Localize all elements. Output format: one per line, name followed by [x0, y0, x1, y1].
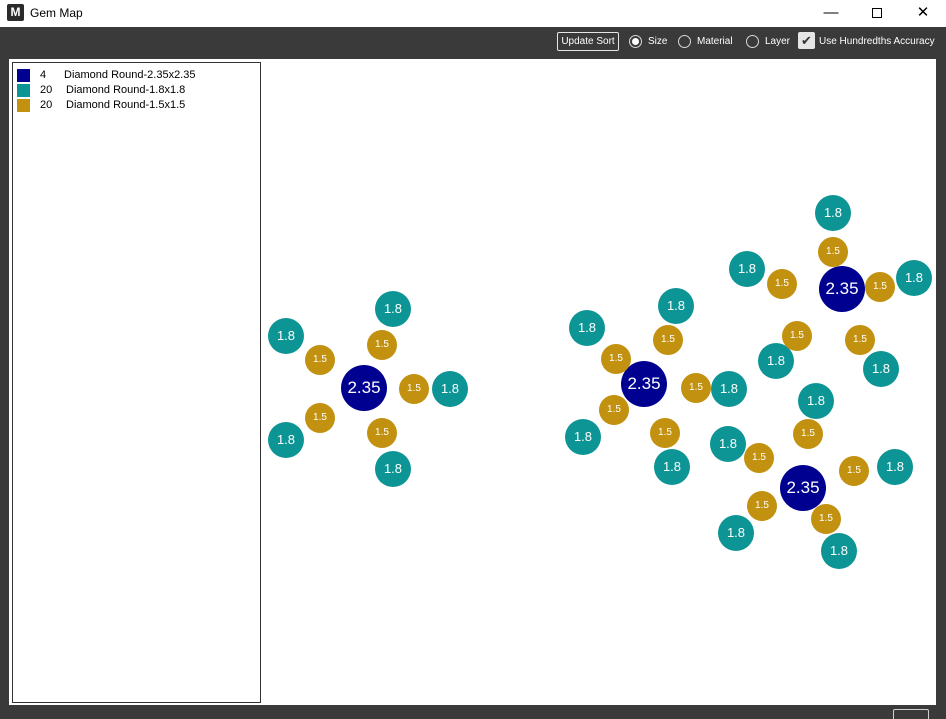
layer-radio[interactable] [746, 35, 759, 48]
maximize-button[interactable] [854, 0, 900, 27]
legend-count: 20 [40, 84, 53, 96]
gem-1.8[interactable]: 1.8 [863, 351, 899, 387]
legend-count: 4 [40, 69, 47, 81]
gem-1.5[interactable]: 1.5 [305, 345, 335, 375]
legend-count: 20 [40, 99, 53, 111]
layer-radio-label[interactable]: Layer [765, 36, 790, 47]
gem-1.5[interactable]: 1.5 [681, 373, 711, 403]
gem-1.5[interactable]: 1.5 [601, 344, 631, 374]
legend-swatch [17, 84, 30, 97]
gem-1.8[interactable]: 1.8 [896, 260, 932, 296]
gem-1.5[interactable]: 1.5 [367, 330, 397, 360]
gem-1.8[interactable]: 1.8 [375, 451, 411, 487]
gem-1.8[interactable]: 1.8 [268, 318, 304, 354]
close-button[interactable]: ✕ [900, 0, 946, 27]
gem-1.5[interactable]: 1.5 [399, 374, 429, 404]
gem-1.8[interactable]: 1.8 [654, 449, 690, 485]
gem-1.5[interactable]: 1.5 [744, 443, 774, 473]
gem-map-canvas[interactable]: 2.35 1.8 1.8 1.8 1.8 1.8 1.5 1.5 1.5 1.5 1.5 2.35 1.… [262, 59, 936, 705]
legend-name: Diamond Round-1.5x1.5 [66, 99, 186, 111]
gem-1.5[interactable]: 1.5 [865, 272, 895, 302]
gem-1.8[interactable]: 1.8 [569, 310, 605, 346]
gem-1.8[interactable]: 1.8 [798, 383, 834, 419]
gem-1.5[interactable]: 1.5 [305, 403, 335, 433]
status-bar [0, 705, 946, 719]
title-bar: M Gem Map — ✕ [0, 0, 946, 27]
gem-1.5[interactable]: 1.5 [653, 325, 683, 355]
toolbar: Update Sort Size Material Layer ✔ Use Hu… [0, 27, 946, 56]
gem-1.8[interactable]: 1.8 [718, 515, 754, 551]
gem-1.5[interactable]: 1.5 [811, 504, 841, 534]
gem-1.8[interactable]: 1.8 [268, 422, 304, 458]
gem-1.8[interactable]: 1.8 [565, 419, 601, 455]
gem-1.5[interactable]: 1.5 [845, 325, 875, 355]
gem-1.8[interactable]: 1.8 [711, 371, 747, 407]
update-sort-button[interactable]: Update Sort [557, 32, 619, 51]
minimize-button[interactable]: — [808, 0, 854, 27]
gem-1.5[interactable]: 1.5 [650, 418, 680, 448]
gem-1.5[interactable]: 1.5 [599, 395, 629, 425]
gem-2.35[interactable]: 2.35 [780, 465, 826, 511]
size-radio[interactable] [629, 35, 642, 48]
gem-1.5[interactable]: 1.5 [839, 456, 869, 486]
gem-legend: 4 Diamond Round-2.35x2.35 20 Diamond Rou… [12, 62, 261, 703]
window-title: Gem Map [30, 6, 83, 20]
gem-1.8[interactable]: 1.8 [821, 533, 857, 569]
gem-1.5[interactable]: 1.5 [747, 491, 777, 521]
gem-1.5[interactable]: 1.5 [782, 321, 812, 351]
legend-name: Diamond Round-2.35x2.35 [64, 69, 196, 81]
gem-1.8[interactable]: 1.8 [877, 449, 913, 485]
gem-1.8[interactable]: 1.8 [375, 291, 411, 327]
gem-1.5[interactable]: 1.5 [818, 237, 848, 267]
hundredths-accuracy-label[interactable]: Use Hundredths Accuracy [819, 36, 935, 47]
app-logo-icon: M [7, 4, 24, 21]
material-radio[interactable] [678, 35, 691, 48]
gem-1.5[interactable]: 1.5 [367, 418, 397, 448]
gem-1.8[interactable]: 1.8 [815, 195, 851, 231]
maximize-icon [872, 8, 882, 18]
resize-grip[interactable] [893, 709, 929, 719]
gem-2.35[interactable]: 2.35 [819, 266, 865, 312]
hundredths-accuracy-checkbox[interactable]: ✔ [798, 32, 815, 49]
gem-1.5[interactable]: 1.5 [767, 269, 797, 299]
gem-1.8[interactable]: 1.8 [658, 288, 694, 324]
legend-swatch [17, 99, 30, 112]
gem-1.5[interactable]: 1.5 [793, 419, 823, 449]
legend-swatch [17, 69, 30, 82]
legend-name: Diamond Round-1.8x1.8 [66, 84, 186, 96]
gem-1.8[interactable]: 1.8 [729, 251, 765, 287]
gem-1.8[interactable]: 1.8 [710, 426, 746, 462]
gem-map-panel: 4 Diamond Round-2.35x2.35 20 Diamond Rou… [9, 59, 936, 705]
gem-1.8[interactable]: 1.8 [432, 371, 468, 407]
size-radio-label[interactable]: Size [648, 36, 667, 47]
material-radio-label[interactable]: Material [697, 36, 733, 47]
gem-2.35[interactable]: 2.35 [341, 365, 387, 411]
